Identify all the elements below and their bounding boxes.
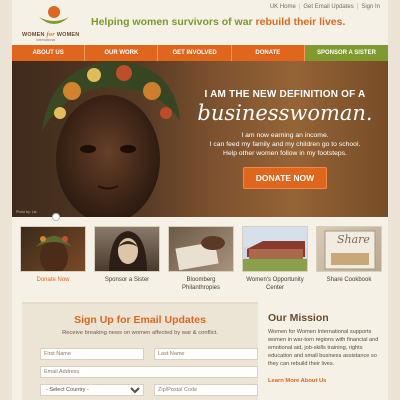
hero-line: I can feed my family and my children go …	[209, 141, 361, 148]
photo-credit: Photo by: Lia	[16, 210, 37, 214]
hero-line: I am now earning an income.	[241, 132, 329, 139]
top-link-email-updates[interactable]: Get Email Updates	[303, 4, 353, 10]
logo-wordmark: WOMEN for WOMEN	[22, 31, 80, 38]
top-link-sign-in[interactable]: Sign In	[361, 4, 380, 10]
hands-book-icon	[175, 236, 225, 271]
tagline-main: Helping women survivors of war	[91, 16, 253, 28]
woman-portrait-icon	[109, 231, 147, 271]
nav-sponsor-a-sister[interactable]: SPONSOR A SISTER	[304, 45, 388, 61]
nav-our-work[interactable]: OUR WORK	[85, 45, 159, 61]
top-links: UK Home | Get Email Updates | Sign In	[270, 4, 380, 10]
zip-field[interactable]	[154, 384, 258, 396]
thumb-label: Sponsor a Sister	[104, 277, 150, 283]
hero-body: I am now earning an income. I can feed m…	[190, 131, 380, 158]
woman-portrait-icon	[36, 236, 72, 271]
thumb-bloomberg-philanthropies[interactable]: Bloomberg Philanthropies	[168, 226, 234, 292]
hero-headline: I AM THE NEW DEFINITION OF A	[204, 89, 366, 100]
mission-section: Our Mission Women for Women Internationa…	[268, 302, 388, 400]
email-signup-form: Sign Up for Email Updates Receive breaki…	[22, 302, 258, 400]
thumb-image	[94, 226, 160, 272]
signup-subtitle: Receive breaking news on women affected …	[62, 330, 218, 336]
tagline: Helping women survivors of war rebuild t…	[91, 16, 345, 28]
logo-subtitle: International	[36, 38, 56, 42]
hero-line: Help other women follow in my footsteps.	[223, 150, 347, 157]
learn-more-link[interactable]: Learn More About Us	[268, 378, 326, 384]
thumb-image	[242, 226, 308, 272]
top-link-uk-home[interactable]: UK Home	[270, 4, 296, 10]
main-nav: ABOUT US OUR WORK GET INVOLVED DONATE SP…	[12, 45, 388, 61]
logo[interactable]: WOMEN for WOMEN International	[22, 3, 88, 43]
signup-title: Sign Up for Email Updates	[74, 314, 206, 326]
slider-dot[interactable]	[52, 213, 60, 221]
thumb-share-cookbook[interactable]: Share Share Cookbook	[316, 226, 382, 285]
thumb-label: Share Cookbook	[326, 277, 372, 283]
thumb-womens-opportunity-center[interactable]: Women's Opportunity Center	[242, 226, 308, 292]
last-name-field[interactable]	[154, 348, 258, 360]
hero-copy: I AM THE NEW DEFINITION OF A businesswom…	[190, 89, 380, 189]
nav-donate[interactable]: DONATE	[231, 45, 305, 61]
thumb-label: Bloomberg Philanthropies	[181, 277, 221, 291]
hero-headline-big: businesswoman.	[197, 101, 373, 125]
nav-get-involved[interactable]: GET INVOLVED	[158, 45, 232, 61]
hero-banner: I AM THE NEW DEFINITION OF A businesswom…	[12, 61, 388, 217]
tagline-highlight: rebuild their lives.	[255, 16, 346, 28]
nav-about-us[interactable]: ABOUT US	[12, 45, 86, 61]
thumb-image: Share	[316, 226, 382, 272]
mission-body: Women for Women International supports w…	[268, 329, 379, 367]
email-field[interactable]	[40, 366, 258, 378]
country-select[interactable]: - Select Country -	[40, 384, 144, 396]
mission-title: Our Mission	[268, 312, 329, 324]
thumb-label: Donate Now	[36, 277, 70, 283]
cookbook-share-text: Share	[337, 233, 370, 246]
thumb-image	[168, 226, 234, 272]
building-icon	[243, 227, 307, 271]
thumb-sponsor-a-sister[interactable]: Sponsor a Sister	[94, 226, 160, 285]
first-name-field[interactable]	[40, 348, 144, 360]
donate-now-button[interactable]: DONATE NOW	[242, 167, 328, 189]
header: WOMEN for WOMEN International Helping wo…	[12, 0, 388, 45]
thumb-donate-now[interactable]: Donate Now	[20, 226, 86, 285]
feature-thumbnails: Donate Now Sponsor a Sister Bloomberg Ph…	[20, 226, 382, 296]
logo-figure-icon	[39, 6, 69, 24]
page: WOMEN for WOMEN International Helping wo…	[12, 0, 388, 400]
thumb-image	[20, 226, 86, 272]
thumb-label: Women's Opportunity Center	[246, 277, 304, 291]
